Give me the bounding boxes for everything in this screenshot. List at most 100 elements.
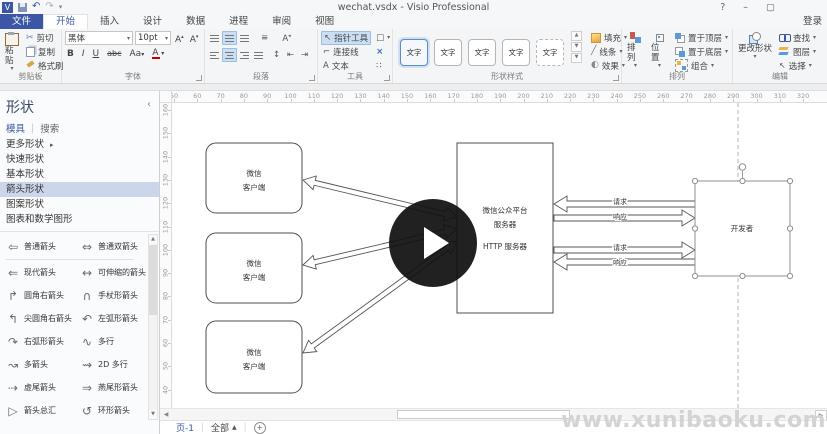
- shape-styles-dialog-launcher[interactable]: [613, 75, 619, 81]
- tab-1[interactable]: 开始: [43, 14, 88, 29]
- undo-icon[interactable]: ↶: [32, 2, 40, 12]
- style-scroll-down[interactable]: ▼: [571, 42, 582, 52]
- text-tool-button[interactable]: A文本: [321, 60, 371, 72]
- layers-button[interactable]: 图层▾: [777, 45, 818, 58]
- page-tab-1[interactable]: 页-1: [176, 421, 194, 434]
- wechat-client-box-2[interactable]: 微信 客户端: [206, 233, 302, 303]
- tab-5[interactable]: 进程: [217, 14, 260, 29]
- scroll-left-icon[interactable]: ◀: [161, 410, 171, 419]
- connection-point-button[interactable]: ×: [374, 45, 392, 58]
- align-middle-button[interactable]: [222, 31, 237, 45]
- scroll-down-icon[interactable]: ▼: [149, 410, 157, 419]
- shape-style-preset-1[interactable]: 文字: [400, 39, 428, 66]
- tab-stencils[interactable]: 模具: [6, 121, 25, 135]
- stencil-shape[interactable]: ∿多行: [78, 330, 148, 353]
- tab-2[interactable]: 插入: [88, 14, 131, 29]
- tab-6[interactable]: 审阅: [260, 14, 303, 29]
- italic-button[interactable]: I: [80, 48, 87, 60]
- sidebar-item-1[interactable]: 更多形状▸: [0, 137, 159, 152]
- all-pages-button[interactable]: 全部▲: [211, 421, 237, 434]
- sidebar-item-5[interactable]: 图案形状: [0, 197, 159, 212]
- bold-button[interactable]: B: [65, 48, 76, 60]
- save-icon[interactable]: [18, 3, 27, 12]
- font-family-select[interactable]: 黑体▾: [65, 31, 133, 45]
- style-more-button[interactable]: ▼: [571, 53, 582, 63]
- connector-tool-button[interactable]: ⌐连接线: [321, 46, 371, 58]
- style-scroll-up[interactable]: ▲: [571, 31, 582, 41]
- font-dialog-launcher[interactable]: [196, 75, 202, 81]
- find-button[interactable]: 查找▾: [777, 31, 818, 44]
- stencil-shape[interactable]: ↱圆角右箭头: [4, 284, 78, 307]
- stencil-shape[interactable]: ↶左弧形箭头: [78, 307, 148, 330]
- align-bottom-button[interactable]: [238, 32, 251, 44]
- shape-style-preset-4[interactable]: 文字: [502, 39, 530, 66]
- bullets-button[interactable]: ≡: [258, 32, 271, 44]
- text-block-button[interactable]: ∷: [374, 59, 392, 72]
- help-button[interactable]: ?: [720, 2, 725, 13]
- tab-3[interactable]: 设计: [131, 14, 174, 29]
- stencil-shape[interactable]: ↷右弧形箭头: [4, 330, 78, 353]
- shape-style-preset-2[interactable]: 文字: [434, 39, 462, 66]
- justify-button[interactable]: [252, 49, 265, 61]
- panel-collapse-icon[interactable]: ‹: [147, 99, 151, 110]
- sign-in-link[interactable]: 登录: [803, 14, 822, 29]
- cut-button[interactable]: ✂剪切: [24, 31, 66, 44]
- stencil-shape[interactable]: ∩手杖形箭头: [78, 284, 148, 307]
- stencil-shape[interactable]: ⇒燕尾形箭头: [78, 376, 148, 399]
- copy-button[interactable]: 复制: [24, 45, 66, 58]
- arrange-button[interactable]: 排列▾: [625, 31, 646, 72]
- tab-file[interactable]: 文件: [0, 14, 43, 29]
- text-direction-button[interactable]: ↕: [270, 49, 283, 61]
- pointer-tool-button[interactable]: ↖指针工具: [321, 31, 371, 45]
- add-page-button[interactable]: +: [254, 422, 266, 434]
- group-button[interactable]: 组合▾: [673, 59, 730, 72]
- align-center-button[interactable]: [222, 48, 237, 62]
- increase-indent-button[interactable]: ⇥: [298, 49, 311, 61]
- rotation-handle[interactable]: [739, 164, 745, 170]
- underline-button[interactable]: U: [91, 48, 102, 60]
- decrease-indent-button[interactable]: ⇤: [284, 49, 297, 61]
- redo-icon[interactable]: ↷: [45, 2, 53, 12]
- scroll-up-icon[interactable]: ▲: [149, 235, 157, 244]
- grow-font-button[interactable]: A▴: [173, 31, 186, 43]
- align-left-button[interactable]: [208, 49, 221, 61]
- developer-box-selected[interactable]: 开发者: [692, 164, 792, 279]
- tools-dialog-launcher[interactable]: [384, 75, 390, 81]
- stencil-shape[interactable]: ▷箭头总汇: [4, 399, 78, 422]
- tab-search[interactable]: 搜索: [40, 121, 59, 135]
- sidebar-item-4[interactable]: 箭头形状: [0, 182, 159, 197]
- stencil-shape[interactable]: ↝多箭头: [4, 353, 78, 376]
- strikethrough-button[interactable]: abc: [105, 48, 123, 60]
- sidebar-item-2[interactable]: 快速形状: [0, 152, 159, 167]
- stencil-shape[interactable]: ⇢虚尾箭头: [4, 376, 78, 399]
- format-painter-button[interactable]: 格式刷: [24, 59, 66, 72]
- change-shape-button[interactable]: 更改形状▾: [736, 31, 774, 72]
- paragraph-dialog-launcher[interactable]: [309, 75, 315, 81]
- drawing-canvas[interactable]: 请求 响应 请求 响应 微信 客户端 微信 客户端: [172, 103, 827, 408]
- stencil-shape[interactable]: ⇝2D 多行: [78, 353, 148, 376]
- change-case-button[interactable]: Aa▾: [128, 48, 147, 60]
- restore-button[interactable]: ▢: [766, 2, 775, 13]
- wechat-client-box-1[interactable]: 微信 客户端: [206, 143, 302, 213]
- align-top-button[interactable]: [208, 32, 221, 44]
- tab-7[interactable]: 视图: [303, 14, 346, 29]
- customize-qat-icon[interactable]: ▾: [59, 3, 63, 11]
- stencil-shape[interactable]: ⇔普通双箭头: [78, 235, 148, 258]
- font-color-button[interactable]: A ▾: [150, 48, 166, 60]
- wechat-client-box-3[interactable]: 微信 客户端: [206, 321, 302, 393]
- font-size-select[interactable]: 10pt▾: [135, 31, 171, 45]
- sidebar-item-6[interactable]: 图表和数学图形: [0, 212, 159, 227]
- shape-style-preset-5[interactable]: 文字: [536, 39, 564, 66]
- bring-to-front-button[interactable]: 置于顶层▾: [673, 31, 730, 44]
- stencil-shape[interactable]: ↰尖圆角右箭头: [4, 307, 78, 330]
- select-button[interactable]: ↖选择▾: [777, 59, 818, 72]
- scrollbar-thumb[interactable]: [149, 245, 157, 315]
- rectangle-tool-button[interactable]: □▾: [374, 31, 392, 44]
- stencil-shape[interactable]: ↔可伸缩的箭头: [78, 261, 148, 284]
- sidebar-item-3[interactable]: 基本形状: [0, 167, 159, 182]
- stencil-shape[interactable]: ↺环形箭头: [78, 399, 148, 422]
- character-spacing-button[interactable]: A◂: [280, 32, 293, 44]
- minimize-button[interactable]: –: [743, 2, 748, 13]
- video-play-button[interactable]: [389, 199, 477, 287]
- stencil-scrollbar[interactable]: ▲ ▼: [148, 234, 158, 420]
